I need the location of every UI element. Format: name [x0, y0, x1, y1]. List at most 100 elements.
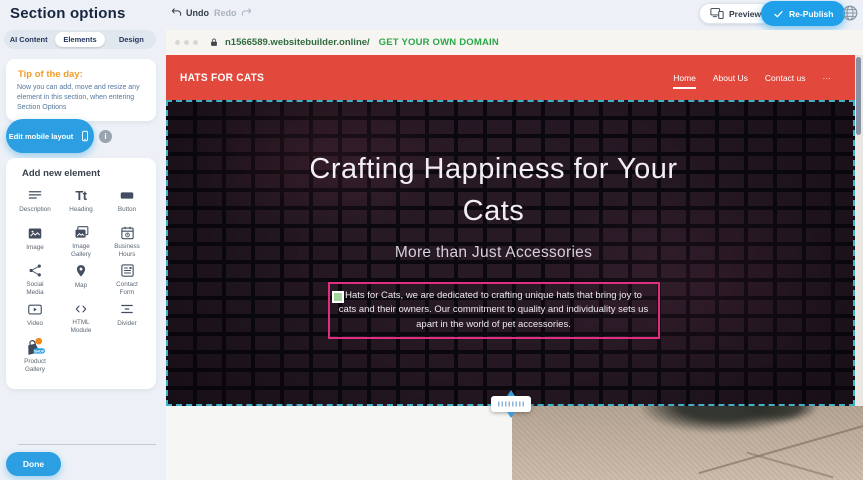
arrow-up-icon [507, 390, 515, 396]
contact-form-icon [120, 262, 135, 279]
tip-body: Now you can add, move and resize any ele… [17, 83, 145, 113]
element-divider[interactable]: Divider [104, 297, 150, 335]
add-element-title: Add new element [22, 168, 156, 179]
preview-label: Preview [729, 9, 761, 19]
site-logo[interactable]: HATS FOR CATS [180, 72, 264, 84]
nav-more-icon[interactable]: ··· [823, 73, 832, 83]
image-gallery-icon [73, 224, 90, 241]
social-media-icon [28, 262, 43, 279]
element-description[interactable]: Description [12, 183, 58, 221]
element-html-module[interactable]: HTML Module [58, 297, 104, 335]
cat-shadow [737, 406, 817, 422]
page-title: Section options [10, 5, 126, 22]
element-label: Business Hours [109, 243, 145, 259]
redo-icon [241, 7, 252, 18]
tip-title: Tip of the day: [18, 69, 144, 80]
element-label: Social Media [17, 281, 53, 297]
window-dot-icon [184, 40, 189, 45]
devices-icon [710, 7, 724, 20]
element-button[interactable]: Button [104, 183, 150, 221]
arrow-down-icon [507, 412, 515, 418]
element-label: Image Gallery [63, 243, 99, 259]
element-label: Video [27, 320, 43, 328]
element-drag-handle-icon[interactable] [332, 291, 344, 303]
done-button[interactable]: Done [6, 452, 61, 476]
element-label: Divider [117, 320, 137, 328]
button-icon [119, 186, 135, 204]
site-url[interactable]: n1566589.websitebuilder.online/ [225, 37, 370, 48]
element-image-gallery[interactable]: Image Gallery [58, 221, 104, 259]
tab-elements[interactable]: Elements [55, 32, 104, 47]
element-heading[interactable]: Tt Heading [58, 183, 104, 221]
site-nav: Home About Us Contact us ··· [673, 55, 831, 100]
phone-icon [79, 129, 91, 143]
element-grid: Description Tt Heading Button Image Imag… [6, 183, 156, 373]
panel-divider [18, 444, 156, 445]
business-hours-icon [120, 224, 135, 241]
app-window: Section options Undo Redo Preview Re-Pub… [0, 0, 863, 480]
language-globe-icon[interactable] [841, 4, 859, 22]
html-module-icon [73, 300, 89, 317]
new-badge-icon [35, 338, 42, 345]
browser-bar: n1566589.websitebuilder.online/ GET YOUR… [166, 30, 863, 55]
element-business-hours[interactable]: Business Hours [104, 221, 150, 259]
edit-mobile-layout-button[interactable]: Edit mobile layout [6, 119, 94, 153]
hero-paragraph: Hats for Cats, we are dedicated to craft… [339, 289, 649, 332]
nav-home[interactable]: Home [673, 73, 696, 89]
nav-about-us[interactable]: About Us [713, 73, 748, 83]
hero-subheading[interactable]: More than Just Accessories [395, 244, 592, 262]
product-gallery-icon: SHOP [23, 338, 47, 356]
undo-button[interactable]: Undo [171, 7, 209, 18]
undo-label: Undo [186, 8, 209, 18]
window-dot-icon [175, 40, 180, 45]
edit-mobile-label: Edit mobile layout [9, 132, 74, 141]
selected-text-element[interactable]: Hats for Cats, we are dedicated to craft… [328, 282, 660, 339]
hero-heading[interactable]: Crafting Happiness for Your Cats [284, 148, 704, 232]
republish-button[interactable]: Re-Publish [761, 1, 845, 26]
element-social-media[interactable]: Social Media [12, 259, 58, 297]
element-image[interactable]: Image [12, 221, 58, 259]
panel-tab-bar: AI Content Elements Design [4, 30, 156, 49]
tab-design[interactable]: Design [107, 32, 156, 47]
site-header: HATS FOR CATS Home About Us Contact us ·… [166, 55, 855, 100]
tab-ai-content[interactable]: AI Content [4, 32, 53, 47]
add-element-card: Add new element Description Tt Heading B… [6, 158, 156, 389]
grip-dots-icon [498, 402, 524, 407]
element-label: Contact Form [109, 281, 145, 297]
nav-contact-us[interactable]: Contact us [765, 73, 806, 83]
check-icon [773, 9, 784, 19]
site-preview: n1566589.websitebuilder.online/ GET YOUR… [166, 30, 863, 480]
redo-label: Redo [214, 8, 237, 18]
window-dot-icon [193, 40, 198, 45]
map-pin-icon [74, 262, 88, 280]
element-label: Button [118, 206, 136, 214]
redo-button[interactable]: Redo [214, 7, 252, 18]
cat-photo [512, 406, 863, 480]
info-icon[interactable]: i [99, 130, 112, 143]
element-label: Product Gallery [17, 358, 53, 374]
heading-icon: Tt [75, 186, 86, 204]
element-label: HTML Module [63, 319, 99, 335]
element-video[interactable]: Video [12, 297, 58, 335]
element-label: Image [26, 244, 44, 252]
element-contact-form[interactable]: Contact Form [104, 259, 150, 297]
description-icon [27, 186, 43, 204]
republish-label: Re-Publish [789, 9, 833, 19]
shop-badge: SHOP [34, 349, 45, 353]
element-map[interactable]: Map [58, 259, 104, 297]
lock-icon [209, 37, 219, 48]
element-product-gallery[interactable]: SHOP Product Gallery [12, 335, 58, 373]
section-resize-handle[interactable] [491, 396, 531, 412]
pavement-crack [747, 452, 834, 478]
divider-icon [119, 300, 135, 318]
scrollbar-thumb[interactable] [856, 57, 861, 135]
undo-icon [171, 7, 182, 18]
element-label: Heading [69, 206, 92, 214]
get-own-domain-link[interactable]: GET YOUR OWN DOMAIN [379, 37, 499, 48]
next-section[interactable] [166, 406, 863, 480]
tip-of-the-day-card: Tip of the day: Now you can add, move an… [6, 59, 156, 121]
hero-section-selected[interactable]: Crafting Happiness for Your Cats More th… [166, 100, 855, 406]
image-icon [27, 224, 43, 242]
hero-content: Crafting Happiness for Your Cats More th… [168, 102, 853, 404]
element-label: Description [19, 206, 51, 214]
